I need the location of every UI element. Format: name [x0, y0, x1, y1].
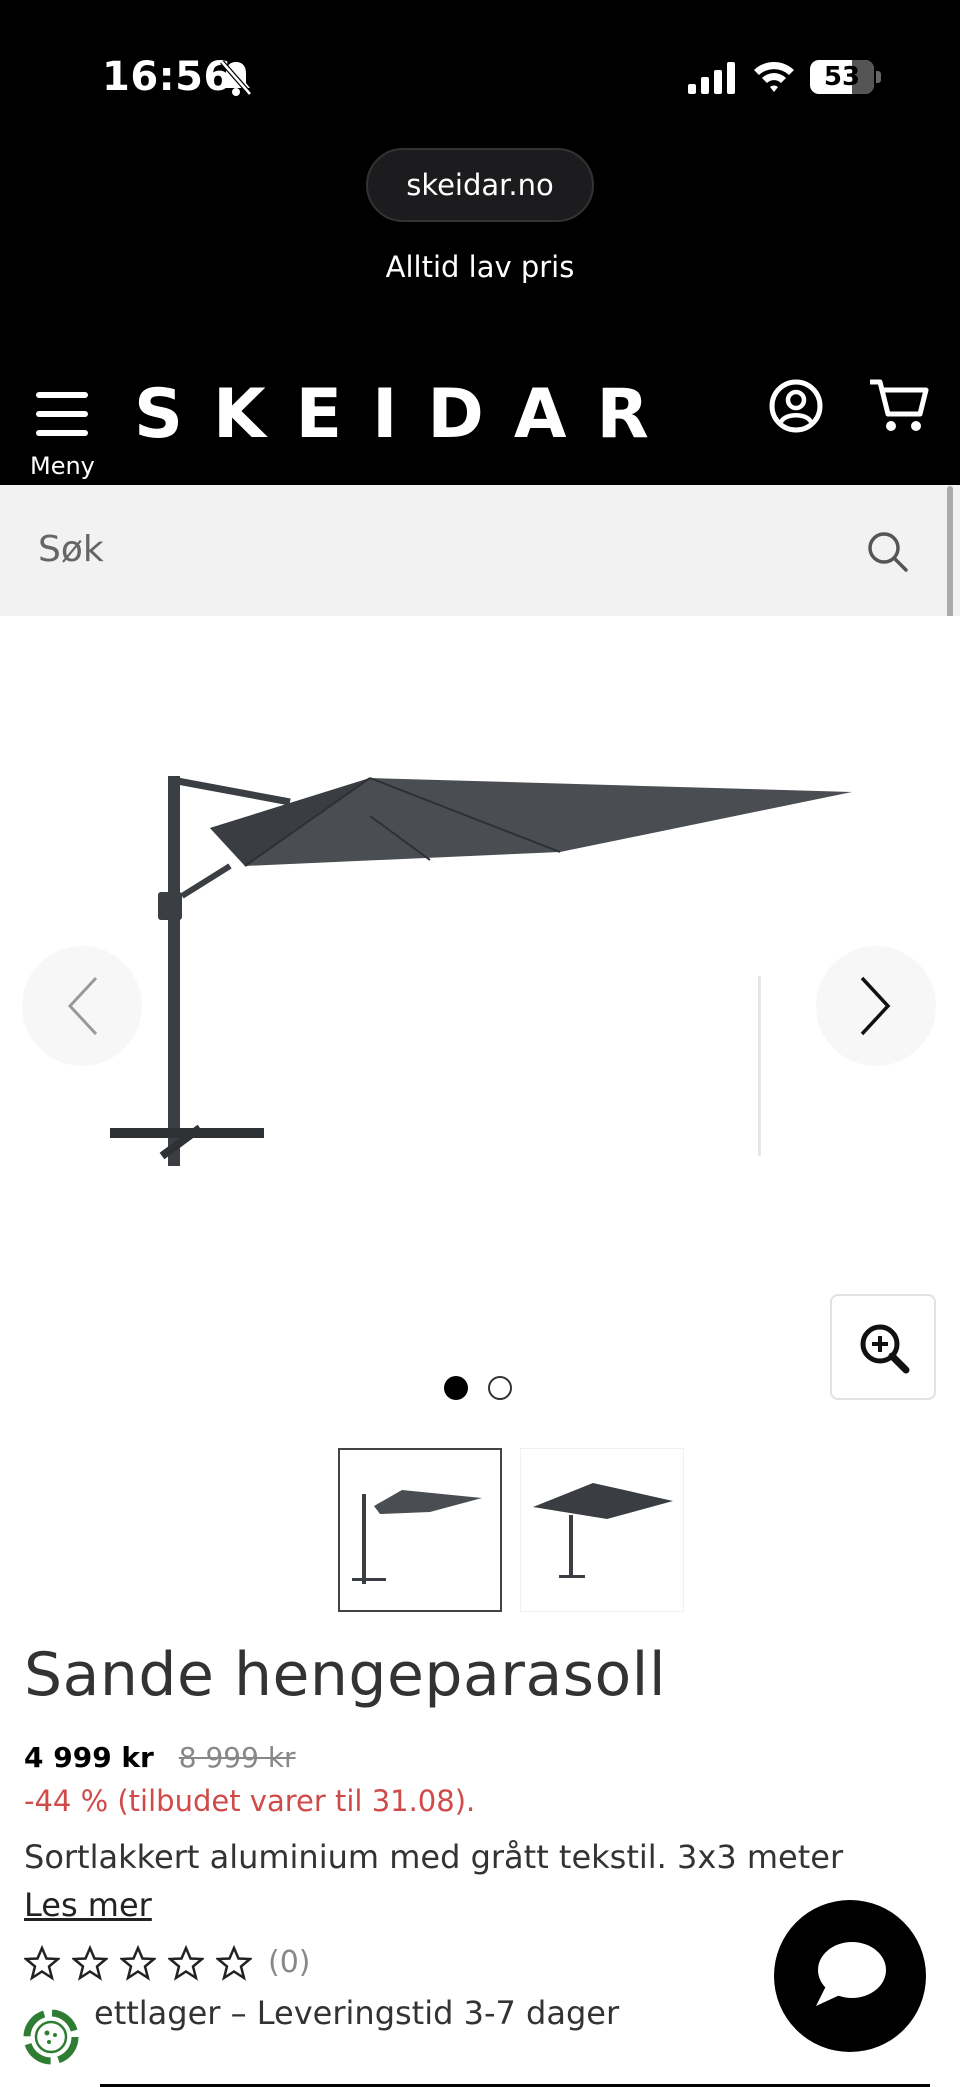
signal-icon: [688, 62, 735, 94]
browser-bar: skeidar.no Alltid lav pris: [0, 148, 960, 354]
cart-icon[interactable]: [868, 376, 930, 436]
carousel-next-button[interactable]: [816, 946, 936, 1066]
rating[interactable]: (0): [24, 1944, 311, 1984]
star-icon: [72, 1944, 108, 1981]
chevron-right-icon: [860, 976, 891, 1036]
bell-muted-icon: [220, 60, 252, 96]
hamburger-icon: [36, 392, 88, 438]
thumbnail-image: [533, 1483, 673, 1578]
site-logo[interactable]: SKEIDAR: [134, 370, 654, 460]
current-price: 4 999 kr: [24, 1741, 154, 1774]
status-time: 16:56: [102, 54, 232, 100]
wifi-icon: [754, 62, 794, 92]
carousel-prev-button[interactable]: [22, 946, 142, 1066]
search-input[interactable]: [38, 513, 818, 585]
account-icon[interactable]: [768, 378, 824, 434]
star-icon: [168, 1944, 204, 1981]
search-bar: [0, 485, 960, 616]
thumbnail-strip: [338, 1448, 688, 1612]
star-icon: [24, 1944, 60, 1981]
battery-tip: [876, 71, 881, 83]
discount-text: -44 % (tilbudet varer til 31.08).: [24, 1784, 476, 1818]
battery-level: 53: [823, 62, 861, 92]
product-image[interactable]: [100, 756, 860, 1176]
thumbnail-1[interactable]: [338, 1448, 502, 1612]
site-header: Meny SKEIDAR: [0, 354, 960, 485]
product-description: Sortlakkert aluminium med grått tekstil.…: [24, 1838, 844, 1876]
carousel-dot-2[interactable]: [488, 1376, 512, 1400]
rating-count: (0): [268, 1945, 311, 1980]
menu-button[interactable]: Meny: [28, 372, 98, 480]
thumbnail-2[interactable]: [520, 1448, 684, 1612]
battery-indicator: 53: [810, 60, 874, 94]
url-field[interactable]: skeidar.no: [366, 148, 594, 222]
menu-label: Meny: [30, 452, 95, 480]
carousel-dots: [444, 1376, 514, 1402]
site-tagline: Alltid lav pris: [385, 250, 575, 284]
old-price: 8 999 kr: [178, 1741, 296, 1774]
star-icon: [120, 1944, 156, 1981]
product-title: Sande hengeparasoll: [24, 1640, 667, 1710]
status-bar: 16:56 53: [0, 0, 960, 148]
chat-bubble-icon: [816, 1942, 886, 2006]
price-row: 4 999 kr 8 999 kr: [24, 1741, 296, 1774]
product-image-carousel: [0, 616, 960, 1406]
read-more-link[interactable]: Les mer: [24, 1886, 152, 1924]
thumbnail-image: [352, 1490, 482, 1584]
recycle-badge-icon[interactable]: [18, 2004, 84, 2070]
carousel-dot-1[interactable]: [444, 1376, 468, 1400]
star-icon: [216, 1944, 252, 1981]
zoom-button[interactable]: [830, 1294, 936, 1400]
chat-button[interactable]: [774, 1900, 926, 2052]
zoom-in-icon: [860, 1324, 910, 1374]
stock-status: ettlager – Leveringstid 3-7 dager: [94, 1994, 620, 2032]
chevron-left-icon: [67, 976, 98, 1036]
search-icon[interactable]: [866, 530, 910, 574]
